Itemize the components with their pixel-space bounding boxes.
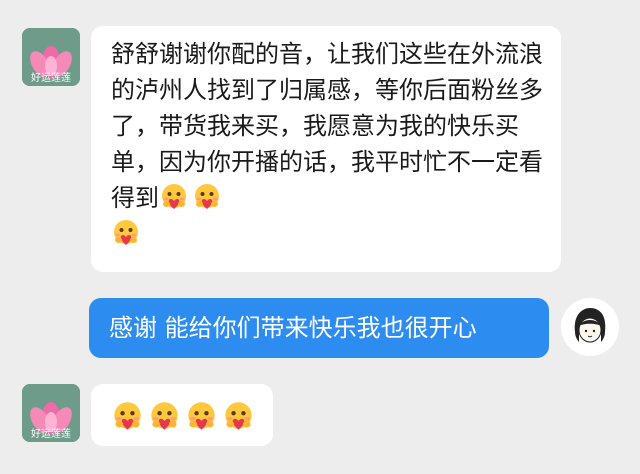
hug-emoji-icon xyxy=(192,182,222,212)
message-text: 感谢 能给你们带来快乐我也很开心 xyxy=(109,314,477,342)
hug-emoji-icon xyxy=(111,218,141,248)
hug-emoji-icon xyxy=(111,400,144,433)
sender-avatar[interactable]: 好运莲莲 xyxy=(22,384,80,442)
message-bubble-outgoing[interactable]: 感谢 能给你们带来快乐我也很开心 xyxy=(89,298,549,358)
hug-emoji-icon xyxy=(159,182,189,212)
girl-avatar-icon xyxy=(561,298,619,356)
sender-avatar[interactable]: 好运莲莲 xyxy=(22,28,80,86)
hug-emoji-icon xyxy=(148,400,181,433)
message-bubble-incoming[interactable]: 舒舒谢谢你配的音，让我们这些在外流浪的泸州人找到了归属感，等你后面粉丝多了，带货… xyxy=(91,26,561,272)
message-text: 舒舒谢谢你配的音，让我们这些在外流浪的泸州人找到了归属感，等你后面粉丝多了，带货… xyxy=(111,36,545,252)
message-bubble-incoming[interactable] xyxy=(91,384,273,446)
hug-emoji-icon xyxy=(185,400,218,433)
hug-emoji-icon xyxy=(222,400,255,433)
avatar-caption: 好运莲莲 xyxy=(31,73,71,84)
self-avatar[interactable] xyxy=(561,298,619,356)
avatar-caption: 好运莲莲 xyxy=(31,429,71,440)
